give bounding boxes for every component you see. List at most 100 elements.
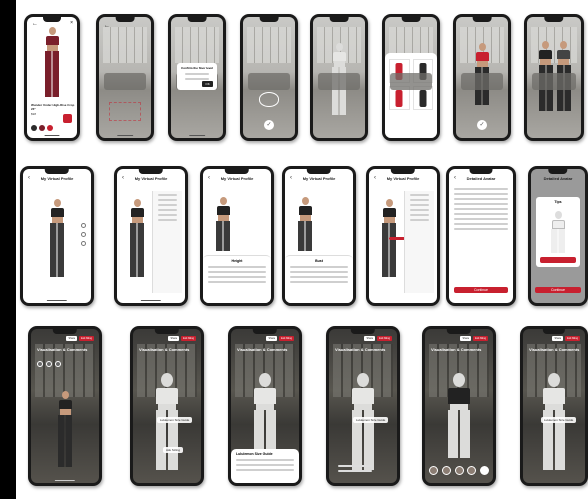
measure-panel	[404, 191, 434, 293]
share-icon[interactable]	[81, 240, 86, 246]
avatar-figure	[298, 197, 313, 251]
profile-edit-screen: ‹ My Virtual Profile	[369, 169, 437, 303]
share-chip[interactable]: Share	[266, 336, 278, 341]
tips-ok-button[interactable]	[539, 257, 577, 263]
exit-chip[interactable]: Exit fitting	[473, 336, 488, 341]
overlay-title: Visualisation & Comments	[335, 347, 386, 352]
phone-ar-overlay-3: Share Exit fitting Visualisation & Commen…	[228, 326, 302, 486]
profile-title: My Virtual Profile	[220, 176, 254, 181]
product-tile[interactable]	[412, 59, 433, 84]
phone-ar-overlay-2: Share Exit fitting Visualisation & Commen…	[130, 326, 204, 486]
product-tile[interactable]	[389, 59, 410, 84]
share-chip[interactable]: Share	[66, 336, 78, 341]
confirm-check-icon[interactable]: ✓	[264, 120, 274, 130]
detailed-avatar-title: Detailed Avatar	[466, 176, 496, 181]
phone-tips: Detailed Avatar Tips Continue	[528, 166, 588, 306]
model-figure	[45, 27, 59, 97]
continue-button[interactable]: Continue	[454, 287, 508, 293]
profile-screen: ‹ My Virtual Profile	[23, 169, 91, 303]
size-tag[interactable]: Lululemon Size Guide	[541, 417, 577, 423]
size-tag[interactable]: Lululemon Size Guide	[157, 417, 193, 423]
continue-button[interactable]: Continue	[535, 287, 581, 293]
avatar-figure-right	[556, 41, 571, 111]
exit-chip[interactable]: Exit fitting	[79, 336, 94, 341]
product-sheet	[385, 53, 437, 138]
product-tile[interactable]	[389, 86, 410, 111]
phone-height-picker: ‹ My Virtual Profile Height	[200, 166, 274, 306]
phone-ar-overlay-4: Share Exit fitting Visualisation & Commen…	[326, 326, 400, 486]
share-chip[interactable]: Share	[552, 336, 564, 341]
share-chip[interactable]: Share	[460, 336, 472, 341]
phone-ar-overlay-6: Share Exit fitting Visualisation & Commen…	[520, 326, 588, 486]
ruler-icon[interactable]	[81, 222, 86, 228]
bust-sheet[interactable]: Bust	[285, 255, 353, 303]
phone-mannequin	[310, 14, 368, 141]
phone-profile-edit: ‹ My Virtual Profile	[366, 166, 440, 306]
phone-detailed-avatar: ‹ Detailed Avatar Continue	[446, 166, 516, 306]
ask-tag[interactable]: Ask Sizing	[163, 447, 184, 453]
share-chip[interactable]: Share	[168, 336, 180, 341]
exit-chip[interactable]: Exit fitting	[377, 336, 392, 341]
phone-ar-overlay-1: Share Exit fitting Visualisation & Commen…	[28, 326, 102, 486]
profile-title: My Virtual Profile	[40, 176, 74, 181]
back-icon[interactable]: ←	[32, 21, 38, 27]
overlay-title: Visualisation & Comments	[139, 347, 190, 352]
mannequin-screen	[313, 17, 365, 138]
product-tile[interactable]	[412, 86, 433, 111]
tips-figure	[551, 211, 565, 253]
color-circles[interactable]	[37, 361, 61, 367]
size-guide-sheet[interactable]: Lululemon Size Guide	[231, 449, 299, 483]
phone-placement: ✓	[240, 14, 298, 141]
confirm-check-icon[interactable]: ✓	[477, 120, 487, 130]
profile-title: My Virtual Profile	[302, 176, 336, 181]
phone-floor-confirm: Confirm the floor level OK	[168, 14, 226, 141]
ar-screen: Share Exit fitting Visualisation & Commen…	[523, 329, 585, 483]
ar-screen: Share Exit fitting Visualisation & Commen…	[133, 329, 201, 483]
close-icon[interactable]: ×	[70, 20, 73, 26]
mannequin-figure	[332, 43, 346, 115]
exit-chip[interactable]: Exit fitting	[565, 336, 580, 341]
mannequin-figure	[254, 373, 276, 458]
phone-room-scan: ←	[96, 14, 154, 141]
share-chip[interactable]: Share	[364, 336, 376, 341]
ar-screen: Share Exit fitting Visualisation & Commen…	[31, 329, 99, 483]
overlay-title: Visualisation & Comments	[529, 347, 580, 352]
floor-confirm-screen: Confirm the floor level OK	[171, 17, 223, 138]
color-swatches[interactable]	[31, 118, 55, 136]
profile-side-tools[interactable]	[81, 222, 86, 246]
placement-ring	[258, 92, 280, 107]
dialog-ok-button[interactable]: OK	[202, 80, 213, 87]
floor-grid	[109, 101, 141, 122]
height-label: Height	[231, 259, 243, 263]
phone-virtual-profile: ‹ My Virtual Profile	[20, 166, 94, 306]
friend-avatars[interactable]	[429, 466, 489, 475]
dialog-title: Confirm the floor level	[181, 65, 213, 70]
avatar-figure	[130, 199, 145, 277]
phone-profile-measure: ‹ My Virtual Profile	[114, 166, 188, 306]
avatar-figure	[50, 199, 64, 277]
profile-title: My Virtual Profile	[386, 176, 420, 181]
screens-board: ← × Wunder Under High-Rise Crop 23" $98 …	[16, 0, 588, 499]
phone-ar-overlay-5: Share Exit fitting Visualisation & Commen…	[422, 326, 496, 486]
exit-chip[interactable]: Exit fitting	[279, 336, 294, 341]
dressed-screen: ✓	[456, 17, 508, 138]
compare-screen	[527, 17, 581, 138]
comment-list	[333, 462, 377, 475]
size-tag[interactable]: Lululemon Size Guide	[353, 417, 389, 423]
height-sheet[interactable]: Height	[203, 255, 271, 303]
avatar-figure	[216, 197, 231, 251]
product-price: $98	[31, 112, 37, 116]
exit-chip[interactable]: Exit fitting	[181, 336, 196, 341]
tips-title: Tips	[554, 200, 562, 204]
floor-dialog: Confirm the floor level OK	[177, 62, 217, 90]
try-on-button[interactable]	[63, 114, 72, 123]
height-picker-screen: ‹ My Virtual Profile Height	[203, 169, 271, 303]
product-grid-screen	[385, 17, 437, 138]
overlay-title: Visualisation & Comments	[237, 347, 288, 352]
camera-icon[interactable]	[81, 231, 86, 237]
back-icon[interactable]: ←	[104, 23, 110, 29]
bust-picker-screen: ‹ My Virtual Profile Bust	[285, 169, 353, 303]
placement-screen: ✓	[243, 17, 295, 138]
measure-panel	[152, 191, 182, 293]
ar-screen: Share Exit fitting Visualisation & Commen…	[329, 329, 397, 483]
